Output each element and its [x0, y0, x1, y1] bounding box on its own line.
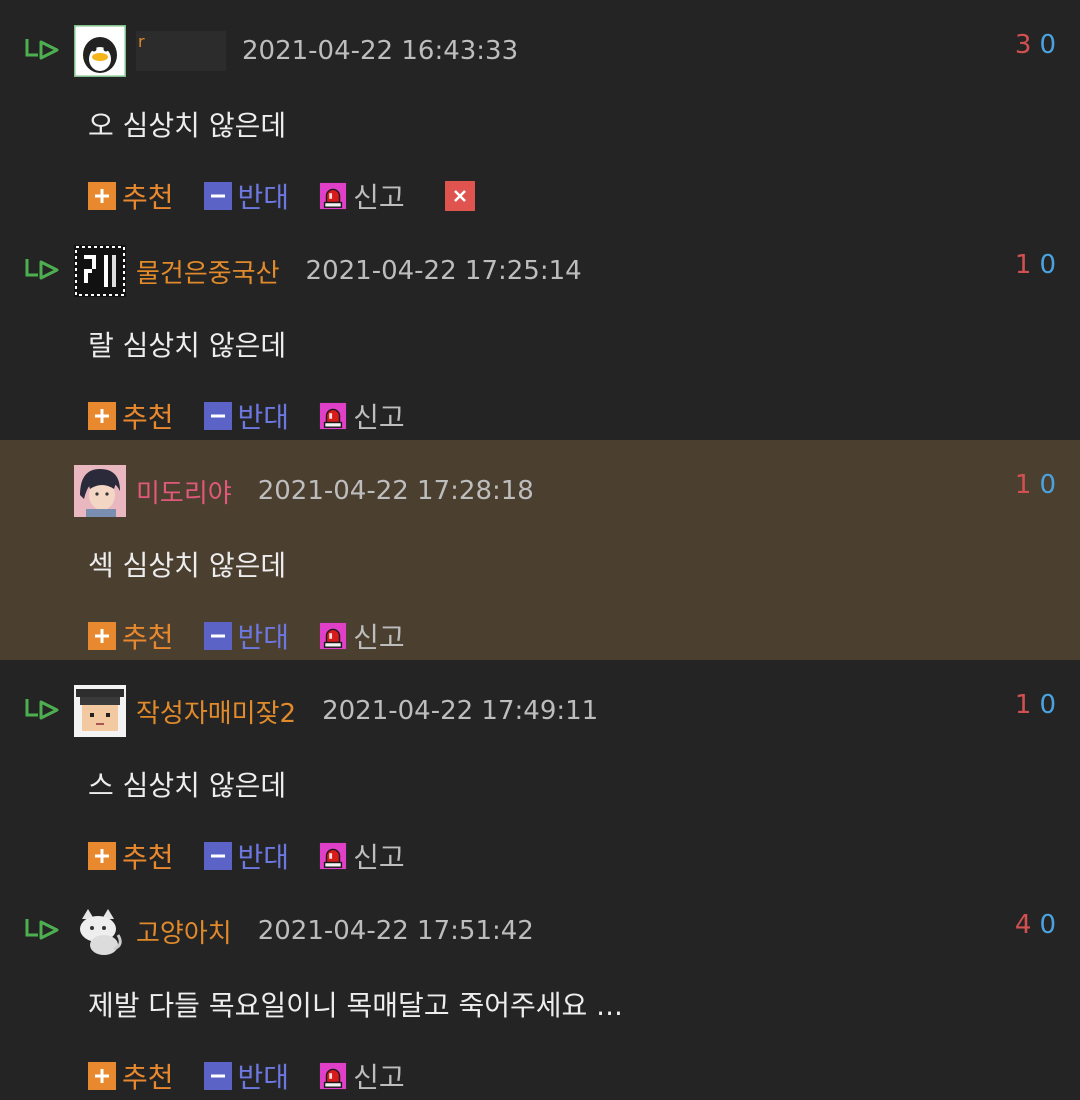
timestamp: 2021-04-22 16:43:33 [242, 36, 519, 66]
comment-text: 오 심상치 않은데 [88, 109, 287, 142]
plus-icon [88, 842, 116, 870]
timestamp: 2021-04-22 17:28:18 [257, 476, 534, 506]
nickname[interactable]: 작성자매미잦2 [136, 693, 296, 730]
comment-item: 물건은중국산 2021-04-22 17:25:14 10 랄 심상치 않은데 … [0, 220, 1080, 440]
oppose-label: 반대 [237, 181, 290, 214]
siren-icon [319, 622, 347, 650]
recommend-button[interactable]: 추천 [88, 836, 174, 876]
oppose-label: 반대 [237, 1061, 290, 1094]
comment-item: 작성자매미잦2 2021-04-22 17:49:11 10 스 심상치 않은데… [0, 660, 1080, 880]
oppose-label: 반대 [237, 621, 290, 654]
nickname[interactable]: 고양아치 [136, 913, 232, 950]
vote-count: 10 [1015, 250, 1056, 280]
downvote-count: 0 [1039, 250, 1056, 280]
recommend-label: 추천 [122, 181, 174, 214]
comment-actions: 추천 반대 신고 [88, 392, 445, 440]
timestamp: 2021-04-22 17:49:11 [322, 696, 599, 726]
minus-icon [203, 622, 232, 650]
plus-icon [88, 402, 116, 430]
timestamp: 2021-04-22 17:25:14 [305, 256, 582, 286]
recommend-button[interactable]: 추천 [88, 176, 174, 216]
pixel-face-avatar-icon[interactable] [74, 685, 126, 737]
penguin-avatar-icon[interactable] [74, 25, 126, 77]
minus-icon [203, 182, 232, 210]
reply-arrow-icon [24, 916, 60, 944]
report-label: 신고 [353, 621, 405, 654]
report-label: 신고 [353, 1061, 405, 1094]
comment-text: 랄 심상치 않은데 [88, 329, 287, 362]
vote-count: 10 [1015, 690, 1056, 720]
comment-text: 스 심상치 않은데 [88, 769, 287, 802]
siren-icon [319, 842, 347, 870]
nickname[interactable]: r [136, 31, 226, 71]
recommend-button[interactable]: 추천 [88, 1056, 174, 1096]
vote-count: 30 [1015, 30, 1056, 60]
timestamp: 2021-04-22 17:51:42 [257, 916, 534, 946]
recommend-button[interactable]: 추천 [88, 396, 174, 436]
siren-icon [319, 1062, 347, 1090]
recommend-label: 추천 [122, 621, 174, 654]
recommend-label: 추천 [122, 401, 174, 434]
downvote-count: 0 [1039, 470, 1056, 500]
oppose-label: 반대 [237, 841, 290, 874]
comment-text: 제발 다들 목요일이니 목매달고 죽어주세요 ... [88, 989, 623, 1022]
upvote-count: 3 [1014, 30, 1032, 60]
oppose-button[interactable]: 반대 [203, 616, 290, 656]
oppose-button[interactable]: 반대 [203, 176, 290, 216]
plus-icon [88, 622, 116, 650]
pixel-avatar-icon[interactable] [74, 245, 126, 297]
report-button[interactable]: 신고 [319, 1056, 405, 1096]
recommend-label: 추천 [122, 841, 174, 874]
comment-text: 섹 심상치 않은데 [88, 549, 287, 582]
comment-item: 고양아치 2021-04-22 17:51:42 40 제발 다들 목요일이니 … [0, 880, 1080, 1100]
oppose-button[interactable]: 반대 [203, 1056, 290, 1096]
comment-item: r 2021-04-22 16:43:33 30 오 심상치 않은데 추천 반대… [0, 0, 1080, 220]
upvote-count: 1 [1014, 470, 1032, 500]
comment-actions: 추천 반대 신고 [88, 832, 445, 880]
downvote-count: 0 [1039, 690, 1056, 720]
upvote-count: 4 [1014, 910, 1032, 940]
cat-avatar-icon[interactable] [74, 905, 126, 957]
upvote-count: 1 [1014, 250, 1032, 280]
upvote-count: 1 [1014, 690, 1032, 720]
vote-count: 10 [1015, 470, 1056, 500]
reply-arrow-icon [24, 256, 60, 284]
close-icon [445, 181, 475, 211]
vote-count: 40 [1015, 910, 1056, 940]
delete-button[interactable] [444, 181, 475, 211]
nickname[interactable]: 미도리야 [136, 473, 232, 510]
anime-avatar-icon[interactable] [74, 465, 126, 517]
report-label: 신고 [353, 401, 405, 434]
plus-icon [88, 182, 116, 210]
report-label: 신고 [353, 181, 405, 214]
reply-arrow-icon [24, 36, 60, 64]
plus-icon [88, 1062, 116, 1090]
siren-icon [319, 182, 347, 210]
comment-actions: 추천 반대 신고 [88, 1052, 445, 1100]
minus-icon [203, 1062, 232, 1090]
minus-icon [203, 842, 232, 870]
report-button[interactable]: 신고 [319, 396, 405, 436]
oppose-label: 반대 [237, 401, 290, 434]
report-label: 신고 [353, 841, 405, 874]
comment-actions: 추천 반대 신고 [88, 172, 475, 220]
recommend-label: 추천 [122, 1061, 174, 1094]
comment-item-highlighted: 미도리야 2021-04-22 17:28:18 10 섹 심상치 않은데 추천… [0, 440, 1080, 660]
comment-actions: 추천 반대 신고 [88, 612, 445, 660]
siren-icon [319, 402, 347, 430]
reply-arrow-icon [24, 696, 60, 724]
downvote-count: 0 [1039, 30, 1056, 60]
downvote-count: 0 [1039, 910, 1056, 940]
oppose-button[interactable]: 반대 [203, 396, 290, 436]
report-button[interactable]: 신고 [319, 616, 405, 656]
oppose-button[interactable]: 반대 [203, 836, 290, 876]
recommend-button[interactable]: 추천 [88, 616, 174, 656]
nickname[interactable]: 물건은중국산 [136, 253, 280, 290]
minus-icon [203, 402, 232, 430]
report-button[interactable]: 신고 [319, 836, 405, 876]
report-button[interactable]: 신고 [319, 176, 405, 216]
